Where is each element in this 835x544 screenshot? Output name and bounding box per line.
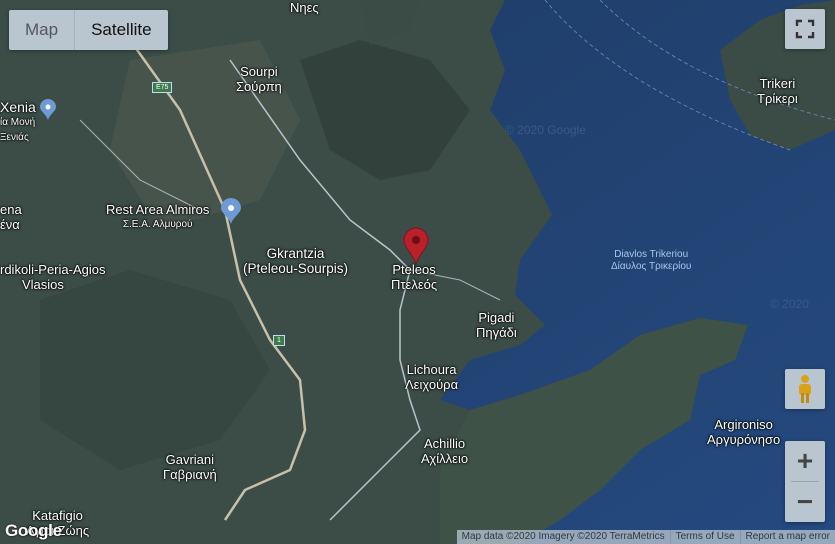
fullscreen-icon (795, 19, 815, 39)
fullscreen-button[interactable] (785, 9, 825, 49)
place-label-xenia: Xenia ία Μονή Ξενιάς (0, 99, 36, 144)
place-label-trikeri: Trikeri Τρίκερι (757, 76, 798, 106)
map-type-map-button[interactable]: Map (9, 10, 74, 50)
sea-label-diavlos: Diavlos Trikeriou Δίαυλος Τρικερίου (611, 249, 692, 272)
place-label-lichoura: Lichoura Λειχούρα (405, 362, 459, 392)
place-label-rest-area: Rest Area Almiros Σ.Ε.Α. Αλμυρού (106, 202, 210, 230)
road-shield-1: 1 (273, 335, 285, 346)
zoom-in-button[interactable]: + (785, 441, 825, 481)
place-label-achillio: Achillio Αχίλλειο (421, 436, 469, 466)
place-label-sourpi: Sourpi Σούρπη (236, 64, 282, 94)
place-label-kerdikoli: rdikoli-Peria-Agios Vlasios (0, 262, 106, 292)
map-type-satellite-button[interactable]: Satellite (74, 10, 167, 50)
pin-dot (45, 104, 51, 110)
place-label-argironiso: Argironiso Αργυρόνησο (707, 417, 781, 447)
watermark: © 2020 Google (505, 123, 586, 137)
pin-dot (228, 205, 234, 211)
zoom-control: + − (785, 441, 825, 522)
google-logo[interactable]: Google (5, 521, 62, 541)
place-label-ena: ena ένα (0, 202, 22, 232)
pegman-icon (799, 375, 811, 403)
place-label-pigadi: Pigadi Πηγάδι (476, 310, 517, 340)
place-label-gkrantzia: Gkrantzia (Pteleou-Sourpis) (243, 246, 349, 276)
marker-dot (412, 236, 420, 244)
place-label-gavriani: Gavriani Γαβριανή (163, 452, 217, 482)
watermark: © 2020 (770, 297, 809, 311)
attribution-bar: Map data ©2020 Imagery ©2020 TerraMetric… (456, 530, 835, 544)
street-view-button[interactable] (785, 369, 825, 409)
map-type-control: Map Satellite (9, 10, 168, 50)
place-label-pteleos: Pteleos Πτελεός (391, 262, 438, 292)
zoom-out-button[interactable]: − (785, 482, 825, 522)
report-error-link[interactable]: Report a map error (739, 530, 835, 544)
terms-of-use-link[interactable]: Terms of Use (669, 530, 740, 544)
place-label-nies: Νηες (290, 0, 319, 15)
road-shield-e75: E75 (152, 82, 173, 93)
map-data-text: Map data ©2020 Imagery ©2020 TerraMetric… (461, 531, 665, 542)
